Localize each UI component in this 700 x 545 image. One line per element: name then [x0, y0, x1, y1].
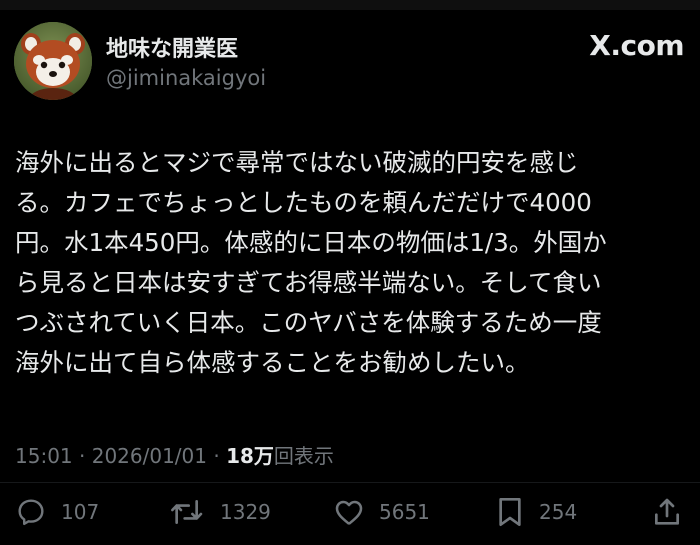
tweet-line: 海外に出て自ら体感することをお勧めしたい。 [15, 348, 530, 377]
views-label: 回表示 [273, 444, 334, 468]
share-button[interactable] [651, 490, 683, 534]
reply-count: 107 [61, 500, 100, 524]
bookmark-icon [499, 498, 521, 526]
top-bar [0, 0, 700, 10]
tweet-line: つぶされていく日本。このヤバさを体験するため一度 [15, 308, 602, 337]
tweet-time[interactable]: 15:01 [15, 444, 73, 468]
action-bar: 107 1329 5651 254 [0, 490, 700, 534]
tweet-line: 海外に出るとマジで尋常ではない破滅的円安を感じ [15, 148, 579, 177]
user-handle[interactable]: @jiminakaigyoi [106, 66, 266, 90]
red-panda-avatar[interactable] [14, 22, 92, 100]
tweet-line: 円。水1本450円。体感的に日本の物価は1/3。外国か [15, 228, 607, 257]
tweet-meta: 15:01 · 2026/01/01 · 18万回表示 [15, 440, 334, 469]
avatar-image [14, 22, 92, 100]
bookmark-button[interactable]: 254 [495, 490, 577, 534]
heart-icon [335, 500, 363, 525]
tweet-line: ら見ると日本は安すぎてお得感半端ない。そして食い [15, 268, 602, 297]
tweet-line: る。カフェでちょっとしたものを頼んだだけで4000 [15, 188, 592, 217]
like-button[interactable]: 5651 [333, 490, 430, 534]
meta-separator: · [207, 444, 227, 468]
repost-count: 1329 [220, 500, 271, 524]
tweet-date[interactable]: 2026/01/01 [92, 444, 207, 468]
source-label: X.com [589, 29, 684, 62]
divider [0, 482, 700, 483]
share-icon [655, 498, 679, 525]
tweet-header: 地味な開業医 @jiminakaigyoi X.com [14, 22, 686, 102]
repost-icon [171, 500, 203, 524]
reply-button[interactable]: 107 [15, 490, 99, 534]
bookmark-count: 254 [539, 500, 578, 524]
tweet-text: 海外に出るとマジで尋常ではない破滅的円安を感じ る。カフェでちょっとしたものを頼… [15, 143, 687, 383]
views-count[interactable]: 18万 [226, 444, 274, 468]
reply-icon [18, 499, 44, 526]
display-name[interactable]: 地味な開業医 [106, 31, 238, 63]
repost-button[interactable]: 1329 [170, 490, 271, 534]
meta-separator: · [72, 444, 92, 468]
like-count: 5651 [379, 500, 430, 524]
